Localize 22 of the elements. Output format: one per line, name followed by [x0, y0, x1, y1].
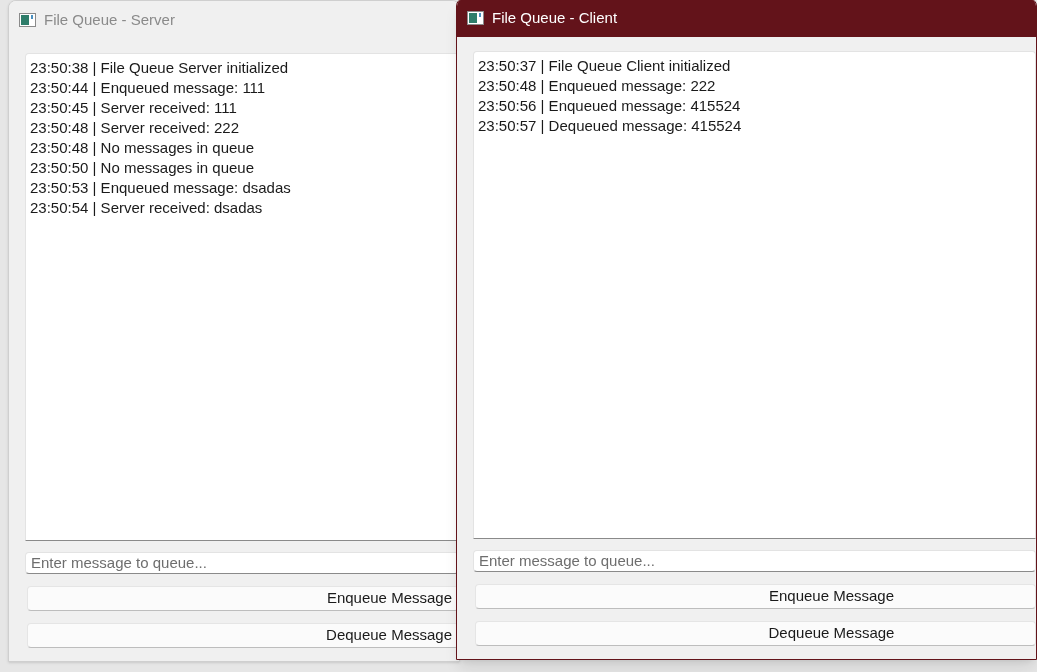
log-line: 23:50:44 | Enqueued message: 111 [30, 78, 266, 98]
log-line: 23:50:37 | File Queue Client initialized [478, 56, 731, 76]
window-title: File Queue - Client [492, 7, 618, 28]
message-input[interactable]: Enter message to queue... [25, 552, 459, 574]
log-line: 23:50:45 | Server received: 111 [30, 98, 237, 118]
dequeue-button[interactable]: Dequeue Message [27, 623, 459, 648]
log-line: 23:50:38 | File Queue Server initialized [30, 58, 289, 78]
log-line: 23:50:54 | Server received: dsadas [30, 198, 263, 218]
log-line: 23:50:57 | Dequeued message: 415524 [478, 116, 742, 136]
message-input[interactable]: Enter message to queue... [473, 550, 1036, 572]
dequeue-button[interactable]: Dequeue Message [475, 621, 1036, 646]
enqueue-button[interactable]: Enqueue Message [475, 584, 1036, 609]
log-line: 23:50:50 | No messages in queue [30, 158, 255, 178]
log-line: 23:50:56 | Enqueued message: 415524 [478, 96, 741, 116]
log-line: 23:50:53 | Enqueued message: dsadas [30, 178, 291, 198]
app-icon [19, 13, 36, 27]
log-line: 23:50:48 | Enqueued message: 222 [478, 76, 716, 96]
enqueue-button[interactable]: Enqueue Message [27, 586, 459, 611]
app-icon [467, 11, 484, 25]
log-line: 23:50:48 | Server received: 222 [30, 118, 240, 138]
window-title: File Queue - Server [44, 9, 175, 30]
log-line: 23:50:48 | No messages in queue [30, 138, 255, 158]
